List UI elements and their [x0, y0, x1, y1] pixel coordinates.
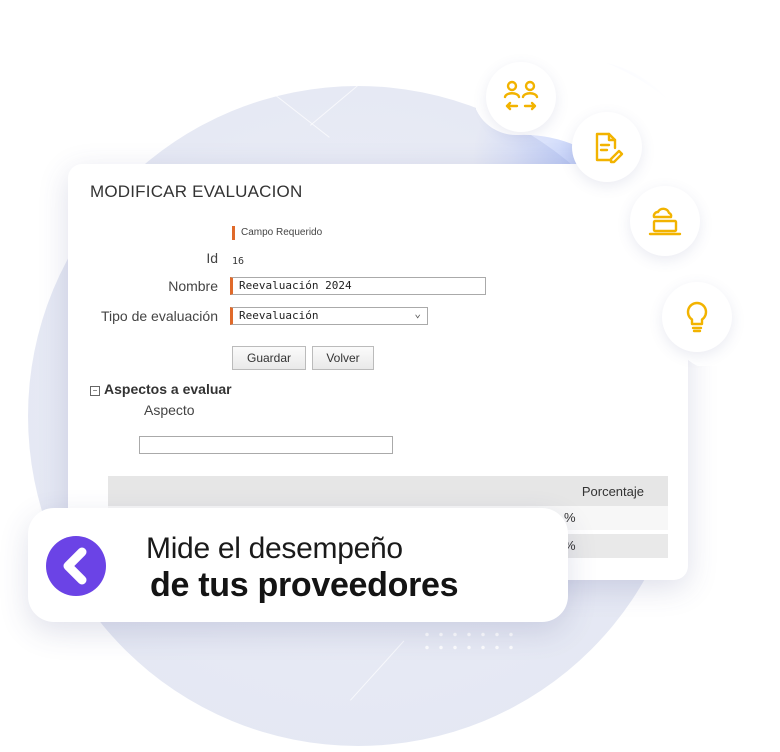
- headline-line-1: Mide el desempeño: [146, 532, 403, 565]
- aspects-section-header[interactable]: − Aspectos a evaluar: [90, 381, 232, 397]
- name-label: Nombre: [168, 278, 218, 294]
- aspect-label: Aspecto: [144, 402, 195, 418]
- aspects-section-title: Aspectos a evaluar: [104, 381, 232, 397]
- required-field-note: Campo Requerido: [232, 226, 322, 240]
- headline-banner: Mide el desempeño de tus proveedores: [28, 508, 568, 622]
- document-edit-icon: [572, 112, 642, 182]
- people-exchange-icon: [486, 62, 556, 132]
- back-button[interactable]: Volver: [312, 346, 374, 370]
- name-input[interactable]: Reevaluación 2024: [230, 277, 486, 295]
- page-title: MODIFICAR EVALUACION: [90, 182, 303, 201]
- aspect-input[interactable]: [139, 436, 393, 454]
- brand-logo: [46, 536, 106, 596]
- save-button[interactable]: Guardar: [232, 346, 306, 370]
- chevron-down-icon: ⌄: [414, 307, 421, 320]
- laptop-cloud-icon: [630, 186, 700, 256]
- table-header: Porcentaje: [108, 476, 668, 506]
- evaluation-type-label: Tipo de evaluación: [100, 308, 218, 324]
- percentage-column-header: Porcentaje: [581, 484, 644, 499]
- decorative-dots: [420, 628, 520, 654]
- id-value: 16: [232, 256, 245, 267]
- evaluation-type-value: Reevaluación: [239, 309, 319, 322]
- headline-line-2: de tus proveedores: [150, 566, 459, 604]
- lightbulb-icon: [662, 282, 732, 352]
- collapse-icon[interactable]: −: [90, 386, 100, 396]
- id-label: Id: [206, 250, 218, 266]
- evaluation-type-select[interactable]: Reevaluación ⌄: [230, 307, 428, 325]
